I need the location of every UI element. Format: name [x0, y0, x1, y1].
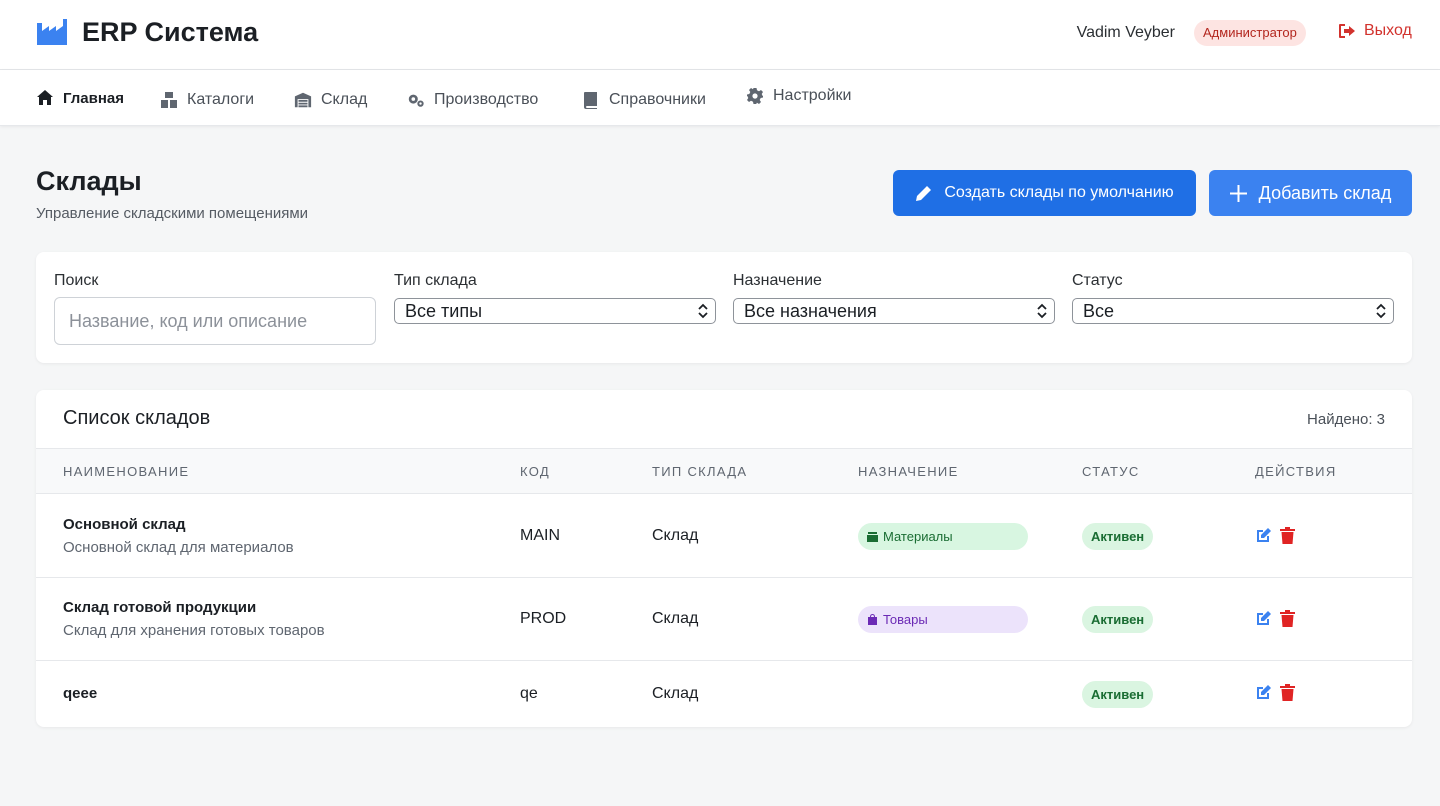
catalog-icon: [161, 92, 177, 108]
factory-icon: [37, 19, 67, 45]
column-header-status[interactable]: СТАТУС: [1082, 464, 1140, 479]
boxes-icon: [867, 532, 878, 542]
home-icon: [37, 90, 53, 105]
logout-label: Выход: [1364, 22, 1412, 39]
nav-item-references[interactable]: Справочники: [582, 72, 706, 128]
nav-item-label: Главная: [63, 89, 125, 107]
create-default-warehouses-button[interactable]: Создать склады по умолчанию: [893, 170, 1196, 216]
status-badge: Активен: [1082, 606, 1154, 633]
nav-item-production[interactable]: Производство: [407, 72, 538, 128]
warehouse-name: qeee: [63, 685, 98, 702]
warehouse-type: Склад: [652, 527, 699, 544]
page-title: Склады: [36, 166, 142, 196]
trash-icon[interactable]: [1279, 610, 1296, 627]
nav-item-settings[interactable]: Настройки: [746, 68, 851, 124]
edit-icon[interactable]: [1255, 684, 1272, 701]
found-count: Найдено: 3: [1307, 411, 1385, 428]
plus-icon: [1229, 184, 1247, 202]
book-icon: [584, 92, 597, 109]
role-badge: Администратор: [1194, 20, 1306, 46]
type-select[interactable]: Все типы: [394, 298, 716, 324]
search-input[interactable]: [54, 297, 376, 345]
column-header-actions: ДЕЙСТВИЯ: [1255, 464, 1337, 479]
column-header-name[interactable]: НАИМЕНОВАНИЕ: [63, 464, 189, 479]
status-select-value: Все: [1083, 300, 1115, 321]
top-bar: ERP Система Vadim Veyber Администратор В…: [0, 0, 1440, 70]
warehouse-list: Список складов Найдено: 3 НАИМЕНОВАНИЕ К…: [36, 390, 1412, 727]
status-filter-label: Статус: [1072, 272, 1123, 289]
main-nav: Главная Каталоги Склад Производство Спра…: [0, 70, 1440, 126]
purpose-label: Материалы: [883, 529, 953, 544]
nav-item-label: Склад: [321, 91, 368, 108]
warehouse-icon: [294, 92, 312, 108]
nav-item-label: Каталоги: [187, 91, 255, 108]
cogs-icon: [408, 94, 424, 107]
add-warehouse-button[interactable]: Добавить склад: [1209, 170, 1412, 216]
table-row[interactable]: Склад готовой продукции Склад для хранен…: [36, 578, 1412, 661]
app-title: ERP Система: [82, 17, 259, 47]
warehouse-description: Основной склад для материалов: [63, 539, 294, 556]
column-header-type[interactable]: ТИП СКЛАДА: [652, 464, 747, 479]
nav-item-label: Производство: [434, 91, 539, 108]
table-row[interactable]: Основной склад Основной склад для матери…: [36, 495, 1412, 578]
table-header: НАИМЕНОВАНИЕ КОД ТИП СКЛАДА НАЗНАЧЕНИЕ С…: [36, 448, 1412, 494]
column-header-code[interactable]: КОД: [520, 464, 550, 479]
select-chevron-icon: [1376, 303, 1386, 319]
filter-panel: Поиск Тип склада Все типы Назначение Все…: [36, 252, 1412, 363]
pencil-icon: [916, 185, 932, 201]
trash-icon[interactable]: [1279, 684, 1296, 701]
warehouse-type: Склад: [652, 685, 699, 702]
warehouse-code: qe: [520, 685, 538, 702]
warehouse-code: PROD: [520, 610, 567, 627]
select-chevron-icon: [1037, 303, 1047, 319]
purpose-filter-label: Назначение: [733, 272, 822, 289]
table-row[interactable]: qeee qe Склад Активен: [36, 661, 1412, 727]
purpose-badge: Товары: [858, 606, 1028, 633]
column-header-purpose[interactable]: НАЗНАЧЕНИЕ: [858, 464, 959, 479]
select-chevron-icon: [698, 303, 708, 319]
purpose-select-value: Все назначения: [744, 300, 877, 321]
nav-item-warehouse[interactable]: Склад: [294, 72, 367, 128]
warehouse-name: Основной склад: [63, 516, 186, 533]
edit-icon[interactable]: [1255, 610, 1272, 627]
status-select[interactable]: Все: [1072, 298, 1394, 324]
type-select-value: Все типы: [405, 300, 483, 321]
warehouse-name: Склад готовой продукции: [63, 599, 257, 616]
logout-button[interactable]: Выход: [1338, 22, 1412, 40]
page-subtitle: Управление складскими помещениями: [36, 205, 309, 222]
nav-item-home[interactable]: Главная: [36, 70, 124, 126]
add-warehouse-label: Добавить склад: [1258, 182, 1392, 203]
warehouse-type: Склад: [652, 610, 699, 627]
search-label: Поиск: [54, 272, 99, 289]
type-filter-label: Тип склада: [394, 272, 477, 289]
shopping-bag-icon: [868, 614, 877, 625]
edit-icon[interactable]: [1255, 527, 1272, 544]
warehouse-code: MAIN: [520, 527, 560, 544]
sign-out-icon: [1339, 24, 1355, 38]
nav-item-label: Настройки: [773, 87, 852, 104]
gear-icon: [747, 88, 763, 104]
status-badge: Активен: [1082, 523, 1154, 550]
purpose-badge: Материалы: [858, 523, 1028, 550]
create-default-label: Создать склады по умолчанию: [944, 184, 1174, 201]
purpose-label: Товары: [883, 612, 928, 627]
list-title: Список складов: [63, 407, 211, 429]
user-name: Vadim Veyber: [1076, 24, 1175, 41]
nav-item-catalogs[interactable]: Каталоги: [160, 72, 254, 128]
trash-icon[interactable]: [1279, 527, 1296, 544]
warehouse-description: Склад для хранения готовых товаров: [63, 622, 325, 639]
nav-item-label: Справочники: [609, 91, 706, 108]
status-badge: Активен: [1082, 681, 1154, 708]
purpose-select[interactable]: Все назначения: [733, 298, 1055, 324]
